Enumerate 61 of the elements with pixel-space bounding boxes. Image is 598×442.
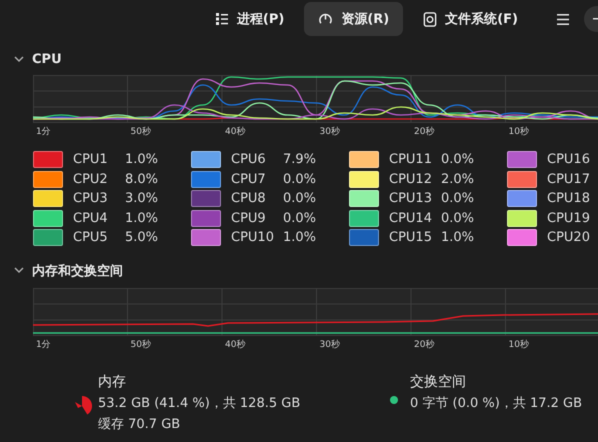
time-label: 40秒	[224, 338, 246, 350]
cpu-usage: 5.0%	[125, 230, 158, 246]
chevron-icon[interactable]	[14, 56, 24, 63]
cpu-name: CPU10	[231, 230, 275, 246]
time-label: 50秒	[130, 338, 152, 350]
time-label: 40秒	[224, 126, 246, 138]
time-label: 50秒	[130, 126, 152, 138]
cpu-usage: 1.0%	[125, 210, 158, 226]
time-label: 1分	[35, 126, 52, 138]
cpu-usage: 1.0%	[441, 230, 474, 246]
cpu-name: CPU20	[547, 230, 591, 246]
section-title: 内存和交换空间	[32, 262, 123, 280]
time-label: 30秒	[318, 338, 341, 350]
cpu-usage: 0.0%	[283, 210, 316, 226]
time-label: 10秒	[508, 338, 530, 350]
cpu-name: CPU9	[231, 210, 267, 226]
cpu-usage: 8.0%	[125, 172, 158, 187]
cpu-usage: 0.0%	[283, 172, 316, 187]
cpu-name: CPU13	[389, 191, 433, 206]
cpu-name: CPU8	[231, 191, 267, 206]
cpu-usage: 0.0%	[441, 191, 474, 206]
cpu-name: CPU3	[73, 191, 109, 206]
cpu-usage: 0.0%	[441, 152, 474, 168]
swap-title: 交换空间	[410, 372, 467, 392]
cpu-name: CPU19	[547, 210, 591, 226]
cpu-usage: 3.0%	[125, 191, 158, 206]
cpu-name: CPU12	[389, 172, 433, 187]
time-label: 20秒	[413, 126, 436, 138]
cpu-name: CPU17	[547, 172, 591, 187]
gauge-icon	[318, 12, 334, 26]
time-label: 30秒	[318, 126, 341, 138]
cpu-usage: 2.0%	[441, 172, 474, 187]
tab[interactable]: 进程(P)	[200, 2, 298, 36]
cpu-name: CPU2	[73, 172, 109, 187]
swap-usage: 0 字节 (0.0 %)，共 17.2 GB	[410, 394, 582, 412]
tab[interactable]: 文件系统(F)	[409, 2, 532, 36]
time-label: 20秒	[413, 338, 436, 350]
cpu-name: CPU4	[73, 210, 109, 226]
cpu-name: CPU18	[547, 191, 591, 206]
cpu-usage: 7.9%	[283, 152, 316, 168]
time-label: 10秒	[508, 126, 530, 138]
cpu-usage: 1.0%	[125, 152, 158, 168]
cpu-name: CPU6	[231, 152, 267, 168]
cpu-name: CPU5	[73, 230, 109, 246]
cpu-usage: 0.0%	[441, 210, 474, 226]
cpu-usage: 0.0%	[283, 191, 316, 206]
cpu-name: CPU11	[389, 152, 433, 168]
list-icon	[214, 12, 229, 26]
section-title: CPU	[32, 52, 62, 67]
cpu-name: CPU1	[73, 152, 109, 168]
memory-title: 内存	[98, 372, 127, 392]
cpu-name: CPU14	[389, 210, 433, 226]
tab[interactable]: 资源(R)	[304, 2, 404, 36]
memory-usage: 53.2 GB (41.4 %)，共 128.5 GB	[98, 394, 300, 412]
cpu-usage: 1.0%	[283, 230, 316, 246]
cpu-name: CPU16	[547, 152, 591, 168]
cpu-name: CPU7	[231, 172, 267, 187]
time-label: 1分	[35, 338, 52, 350]
chevron-icon[interactable]	[14, 267, 24, 274]
memory-cache: 缓存 70.7 GB	[98, 416, 182, 434]
cpu-name: CPU15	[389, 230, 433, 246]
